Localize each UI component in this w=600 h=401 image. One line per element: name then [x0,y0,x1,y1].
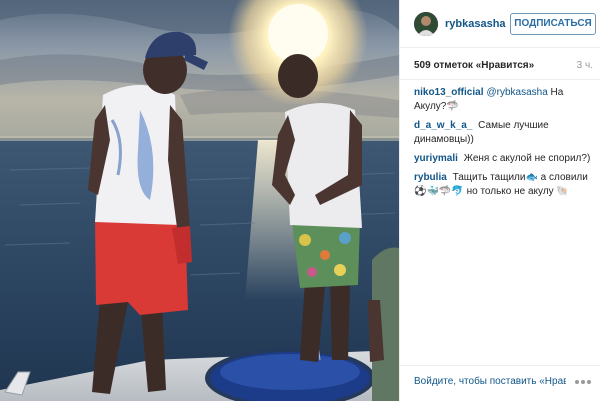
comment-item: d_a_w_k_a_ Самые лучшие динамовцы)) [414,119,596,147]
comment-mention[interactable]: @rybkasasha [486,87,547,98]
comment-username[interactable]: rybulia [414,172,447,183]
comment-item: yuriymali Женя с акулой не спорил?) [414,152,596,166]
username-link[interactable]: rybkasasha [445,18,506,30]
likes-count[interactable]: 509 отметок «Нравится» [414,60,534,71]
comment-username[interactable]: yuriymali [414,153,458,164]
post-footer: Войдите, чтобы поставить «Нравится» [400,365,600,401]
follow-button[interactable]: ПОДПИСАТЬСЯ [510,13,596,35]
sunset-boat-photo [0,0,399,401]
instagram-post: rybkasasha ПОДПИСАТЬСЯ 509 отметок «Нрав… [0,0,600,401]
avatar[interactable] [414,12,438,36]
likes-row: 509 отметок «Нравится» 3 ч. [400,48,600,80]
comments-list: niko13_official @rybkasasha На Акулу?🦈 d_… [414,86,596,204]
user-avatar-icon [414,12,438,36]
post-photo[interactable] [0,0,399,401]
comment-item: niko13_official @rybkasasha На Акулу?🦈 [414,86,596,114]
post-header: rybkasasha ПОДПИСАТЬСЯ [400,0,600,48]
more-options-button[interactable] [572,375,594,389]
ellipsis-icon [575,380,591,384]
comment-item: rybulia Тащить тащили🐟 а словили ⚽️🐳🦈🐬 н… [414,171,596,199]
comment-username[interactable]: d_a_w_k_a_ [414,120,472,131]
login-to-like-link[interactable]: Войдите, чтобы поставить «Нравится» [414,376,566,387]
post-sidebar: rybkasasha ПОДПИСАТЬСЯ 509 отметок «Нрав… [399,0,600,401]
comment-text: Женя с акулой не спорил?) [463,153,591,164]
comment-username[interactable]: niko13_official [414,87,483,98]
post-age[interactable]: 3 ч. [577,60,593,71]
